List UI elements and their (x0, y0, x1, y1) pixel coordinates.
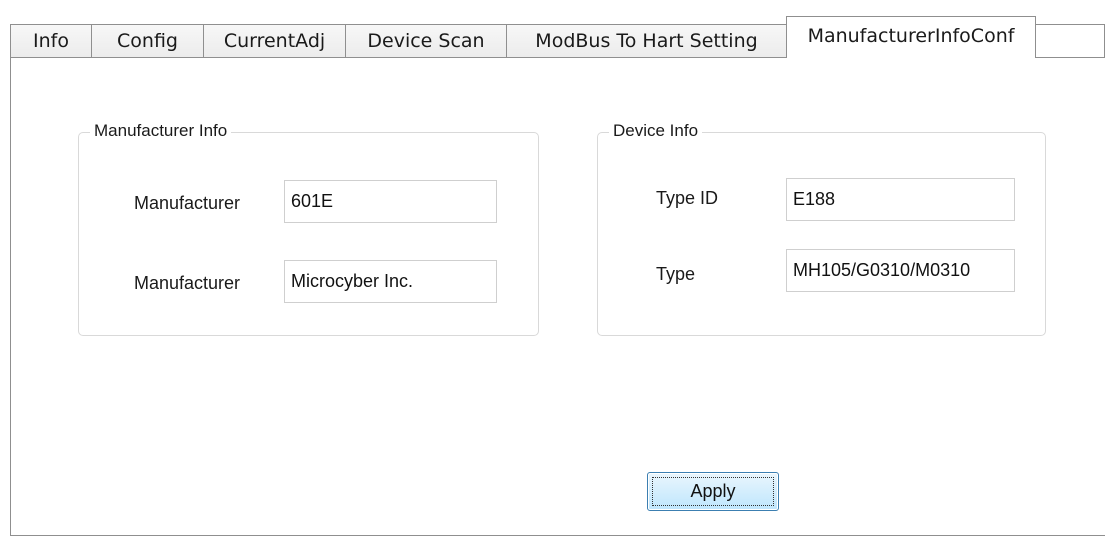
tab-modbus-to-hart-setting[interactable]: ModBus To Hart Setting (506, 24, 787, 57)
apply-button[interactable]: Apply (647, 472, 779, 511)
tab-device-scan[interactable]: Device Scan (345, 24, 507, 57)
apply-button-label: Apply (690, 481, 736, 501)
tab-manufacturerinfoconf[interactable]: ManufacturerInfoConf (786, 16, 1036, 58)
manufacturer-info-group: Manufacturer Info Manufacturer Manufactu… (78, 121, 539, 336)
manufacturer-code-label: Manufacturer (134, 193, 241, 213)
manufacturer-name-input[interactable] (284, 260, 497, 303)
device-info-title: Device Info (609, 121, 703, 141)
manufacturer-code-input[interactable] (284, 180, 497, 223)
manufacturer-info-title: Manufacturer Info (90, 121, 232, 141)
manufacturer-name-label: Manufacturer (134, 273, 241, 293)
tab-bar: Info Config CurrentAdj Device Scan ModBu… (10, 14, 1105, 58)
type-input[interactable] (786, 249, 1015, 292)
manufacturer-info-window: Info Config CurrentAdj Device Scan ModBu… (0, 0, 1105, 541)
tab-bar-filler (1035, 24, 1105, 57)
type-id-label: Type ID (656, 188, 719, 208)
type-id-input[interactable] (786, 178, 1015, 221)
device-info-group: Device Info Type ID Type (597, 121, 1046, 336)
type-label: Type (656, 264, 696, 284)
tab-page-manufacturerinfoconf: Manufacturer Info Manufacturer Manufactu… (10, 57, 1105, 536)
tab-currentadj[interactable]: CurrentAdj (203, 24, 346, 57)
tab-config[interactable]: Config (91, 24, 204, 57)
tab-info[interactable]: Info (10, 24, 92, 57)
